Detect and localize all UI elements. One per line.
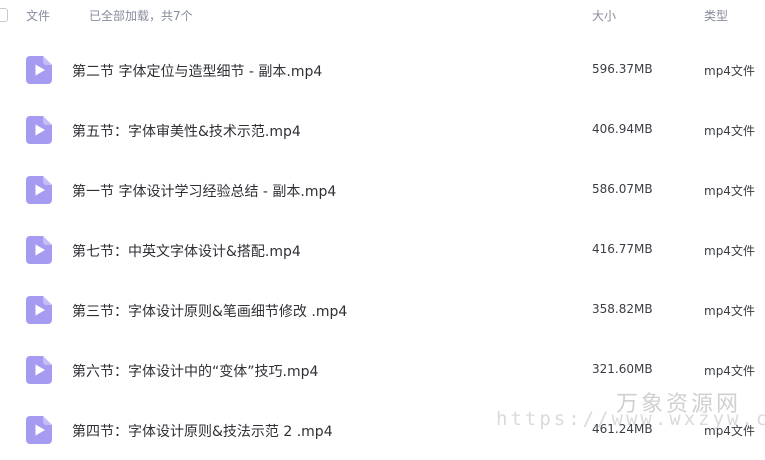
file-row[interactable]: 第七节：中英文字体设计&搭配.mp4 416.77MB mp4文件 [0,220,765,280]
file-row[interactable]: 第二节 字体定位与造型细节 - 副本.mp4 596.37MB mp4文件 [0,40,765,100]
file-name[interactable]: 第二节 字体定位与造型细节 - 副本.mp4 [72,61,322,81]
file-size: 586.07MB [592,182,653,196]
video-file-icon [26,416,52,444]
file-row[interactable]: 第一节 字体设计学习经验总结 - 副本.mp4 586.07MB mp4文件 [0,160,765,220]
file-row[interactable]: 第六节：字体设计中的“变体”技巧.mp4 321.60MB mp4文件 [0,340,765,400]
file-size: 358.82MB [592,302,653,316]
column-header-type[interactable]: 类型 [704,7,728,24]
video-file-icon [26,296,52,324]
file-name[interactable]: 第七节：中英文字体设计&搭配.mp4 [72,241,301,261]
file-type: mp4文件 [704,124,755,138]
video-file-icon [26,56,52,84]
file-name[interactable]: 第三节：字体设计原则&笔画细节修改 .mp4 [72,301,347,321]
video-file-icon [26,176,52,204]
column-header-name[interactable]: 文件 [26,7,50,24]
select-all-checkbox[interactable] [0,8,8,22]
video-file-icon [26,236,52,264]
file-list-header: 文件 已全部加载，共7个 大小 类型 [0,0,765,30]
file-row[interactable]: 第三节：字体设计原则&笔画细节修改 .mp4 358.82MB mp4文件 [0,280,765,340]
file-name[interactable]: 第一节 字体设计学习经验总结 - 副本.mp4 [72,181,336,201]
file-size: 321.60MB [592,362,653,376]
file-row[interactable]: 第五节：字体审美性&技术示范.mp4 406.94MB mp4文件 [0,100,765,160]
column-header-size[interactable]: 大小 [592,7,616,24]
file-type: mp4文件 [704,424,755,438]
file-name[interactable]: 第六节：字体设计中的“变体”技巧.mp4 [72,361,318,381]
file-name[interactable]: 第四节：字体设计原则&技法示范 2 .mp4 [72,421,333,441]
video-file-icon [26,116,52,144]
file-type: mp4文件 [704,184,755,198]
video-file-icon [26,356,52,384]
file-size: 406.94MB [592,122,653,136]
load-status-text: 已全部加载，共7个 [89,9,193,23]
file-row[interactable]: 第四节：字体设计原则&技法示范 2 .mp4 461.24MB mp4文件 [0,400,765,460]
file-type: mp4文件 [704,64,755,78]
file-size: 461.24MB [592,422,653,436]
file-type: mp4文件 [704,364,755,378]
file-size: 416.77MB [592,242,653,256]
file-size: 596.37MB [592,62,653,76]
file-name[interactable]: 第五节：字体审美性&技术示范.mp4 [72,121,301,141]
file-type: mp4文件 [704,304,755,318]
file-type: mp4文件 [704,244,755,258]
